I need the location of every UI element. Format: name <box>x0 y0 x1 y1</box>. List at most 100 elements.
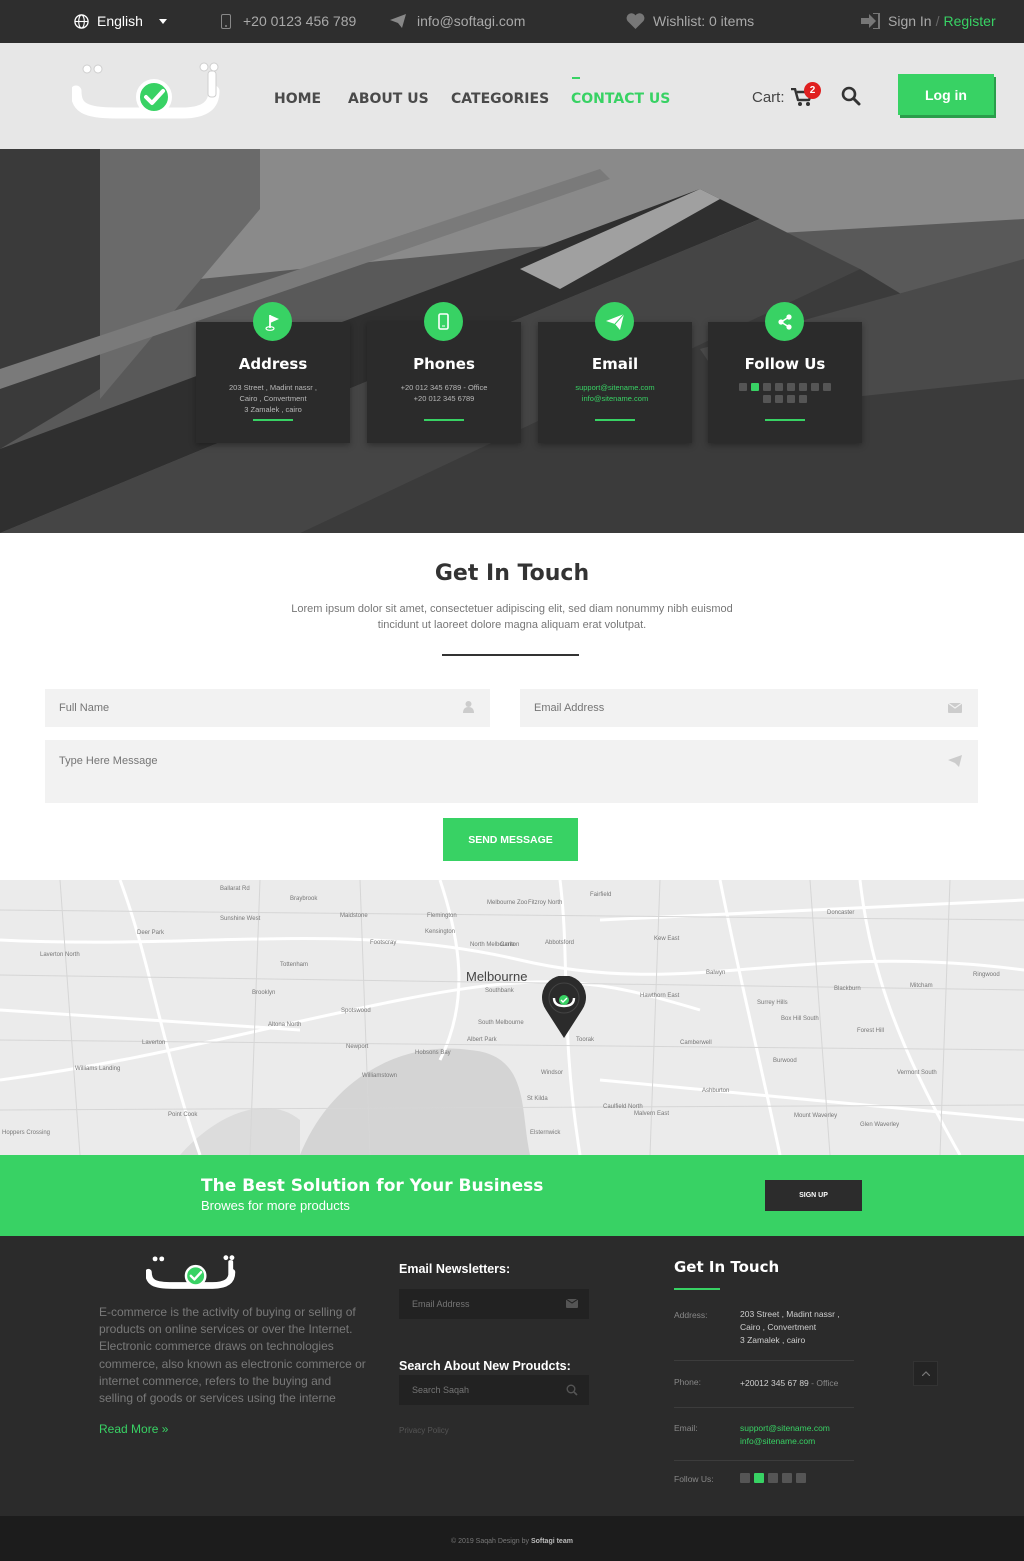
search-products-title: Search About New Proudcts: <box>399 1359 571 1373</box>
sign-up-button[interactable]: SIGN UP <box>765 1180 862 1211</box>
sign-in-icon <box>861 13 880 29</box>
youtube-icon[interactable] <box>775 395 783 403</box>
tumblr-icon[interactable] <box>768 1473 778 1483</box>
follow-us-card-title: Follow Us <box>744 355 826 373</box>
nav-contact-us[interactable]: CONTACT US <box>571 77 670 107</box>
chevron-up-icon <box>921 1371 930 1376</box>
twitter-icon[interactable] <box>754 1473 764 1483</box>
map-label: Camberwell <box>680 1040 712 1046</box>
copyright-text: © 2019 Saqah Design by <box>451 1538 529 1545</box>
envelope-icon[interactable] <box>566 1299 578 1308</box>
pinterest-icon[interactable] <box>811 383 819 391</box>
linkedin-icon[interactable] <box>782 1473 792 1483</box>
copyright-bar: © 2019 Saqah Design by Softagi team <box>0 1516 1024 1561</box>
map-label: Blackburn <box>834 986 861 992</box>
address-card-title: Address <box>238 355 308 373</box>
search-icon[interactable] <box>566 1384 578 1396</box>
facebook-icon[interactable] <box>739 383 747 391</box>
twitter-icon[interactable] <box>751 383 759 391</box>
sign-in-link[interactable]: Sign In <box>888 13 932 29</box>
contact-subtitle: Lorem ipsum dolor sit amet, consectetuer… <box>291 603 733 631</box>
divider <box>674 1360 854 1361</box>
user-icon <box>463 701 474 713</box>
linkedin-icon[interactable] <box>775 383 783 391</box>
paper-plane-icon <box>390 14 406 28</box>
map-label: Newport <box>346 1044 369 1050</box>
map-pin-icon[interactable] <box>541 976 587 1038</box>
instagram-icon[interactable] <box>787 395 795 403</box>
site-logo[interactable] <box>72 61 224 127</box>
map-label: Hawthorn East <box>640 993 680 999</box>
map-label: Sunshine West <box>220 916 261 922</box>
location-map[interactable]: Ballarat Rd Braybrook Maidstone Footscra… <box>0 880 1024 1155</box>
map-label: Ringwood <box>973 972 1000 978</box>
phone-text: +20 0123 456 789 <box>243 13 357 29</box>
mobile-icon <box>424 302 463 341</box>
nav-home[interactable]: HOME <box>274 91 321 107</box>
map-label: St Kilda <box>527 1096 548 1102</box>
flag-icon <box>253 302 292 341</box>
dribbble-icon[interactable] <box>823 383 831 391</box>
email-link[interactable]: support@sitename.com <box>740 1423 830 1433</box>
address-line: 203 Street , Madint nassr , <box>229 383 317 392</box>
vimeo-icon[interactable] <box>799 383 807 391</box>
privacy-policy-link[interactable]: Privacy Policy <box>399 1426 449 1435</box>
message-field[interactable] <box>45 740 978 803</box>
heart-icon <box>626 13 645 29</box>
map-label: Braybrook <box>290 896 318 902</box>
map-label: Windsor <box>541 1070 564 1076</box>
map-label: Williamstown <box>362 1073 398 1079</box>
footer-search-input[interactable] <box>399 1375 589 1405</box>
map-label: Laverton North <box>40 952 80 958</box>
map-label: Mitcham <box>910 983 933 989</box>
phone-line: +20 012 345 6789 <box>413 394 475 403</box>
map-label: Caulfield North <box>603 1104 643 1110</box>
map-label: Albert Park <box>467 1037 497 1043</box>
map-label: Deer Park <box>137 930 165 936</box>
google-plus-icon[interactable] <box>763 395 771 403</box>
rss-icon[interactable] <box>799 395 807 403</box>
nav-about-us[interactable]: ABOUT US <box>348 91 429 107</box>
phone-number: +20012 345 67 89 <box>740 1378 809 1388</box>
newsletter-email-input[interactable] <box>399 1289 589 1319</box>
wishlist-link[interactable]: Wishlist: 0 items <box>626 13 754 29</box>
map-label: Flemington <box>427 913 457 919</box>
facebook-icon[interactable] <box>740 1473 750 1483</box>
map-label: Southbank <box>485 988 514 994</box>
email-link[interactable]: support@sitename.com <box>575 383 654 392</box>
nav-categories[interactable]: CATEGORIES <box>451 91 549 107</box>
caret-down-icon <box>158 18 167 24</box>
login-button[interactable]: Log in <box>898 74 994 115</box>
flickr-icon[interactable] <box>787 383 795 391</box>
search-icon[interactable] <box>841 86 861 106</box>
map-label: Ballarat Rd <box>220 886 250 892</box>
footer-title-underline <box>674 1288 720 1290</box>
register-link[interactable]: Register <box>943 13 995 29</box>
send-message-button[interactable]: SEND MESSAGE <box>443 818 578 861</box>
main-header: HOME ABOUT US CATEGORIES CONTACT US Cart… <box>0 43 1024 149</box>
read-more-link[interactable]: Read More » <box>99 1422 168 1436</box>
phones-card-text: +20 012 345 6789 - Office +20 012 345 678… <box>367 382 521 404</box>
email-link[interactable]: info@sitename.com <box>582 394 648 403</box>
auth-separator: / <box>935 13 940 29</box>
card-underline <box>765 419 805 421</box>
map-label: Elsternwick <box>530 1130 561 1136</box>
tumblr-icon[interactable] <box>763 383 771 391</box>
envelope-icon <box>948 703 962 713</box>
address-label: Address: <box>674 1310 708 1320</box>
footer-logo[interactable] <box>146 1254 238 1294</box>
email-field[interactable] <box>520 689 978 727</box>
flickr-icon[interactable] <box>796 1473 806 1483</box>
map-label: Burwood <box>773 1058 797 1064</box>
full-name-field[interactable] <box>45 689 490 727</box>
top-bar: English +20 0123 456 789 info@softagi.co… <box>0 0 1024 43</box>
email-value: support@sitename.com info@sitename.com <box>740 1422 830 1448</box>
share-icon <box>765 302 804 341</box>
email-link[interactable]: info@sitename.com <box>740 1436 815 1446</box>
map-label: Doncaster <box>827 910 855 916</box>
scroll-to-top-button[interactable] <box>913 1361 938 1386</box>
language-selector[interactable]: English <box>74 13 167 29</box>
map-label: Abbotsford <box>545 940 575 946</box>
globe-icon <box>74 13 89 29</box>
map-label: Glen Waverley <box>860 1122 900 1128</box>
